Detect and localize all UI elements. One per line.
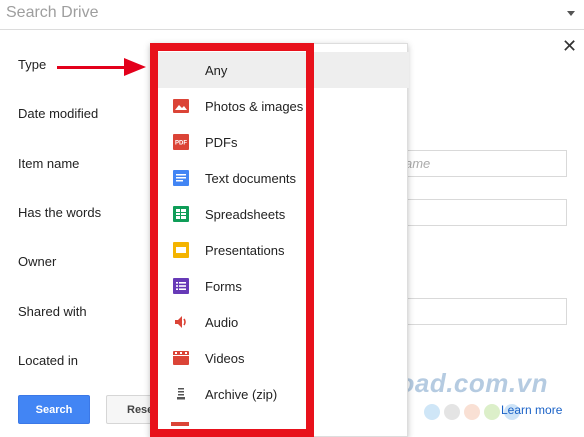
watermark-dot <box>464 404 480 420</box>
shared-with-field[interactable] <box>404 298 567 325</box>
learn-more-link[interactable]: Learn more <box>501 403 562 417</box>
search-options-chevron-down-icon[interactable] <box>567 11 575 16</box>
next-item-partial-icon <box>171 422 189 426</box>
search-button[interactable]: Search <box>18 395 90 424</box>
annotation-arrow-head <box>124 58 146 76</box>
archive-icon <box>172 385 190 403</box>
dropdown-item-label: PDFs <box>205 134 238 150</box>
dropdown-item-presentations[interactable]: Presentations <box>151 232 409 268</box>
dropdown-item-label: Presentations <box>205 242 285 258</box>
dropdown-item-label: Audio <box>205 314 239 330</box>
item-name-field[interactable]: ame <box>404 150 567 177</box>
dropdown-item-label: Text documents <box>205 170 297 186</box>
dropdown-item-spreadsheets[interactable]: Spreadsheets <box>151 196 409 232</box>
watermark-dot <box>424 404 440 420</box>
presentation-icon <box>172 241 190 259</box>
dropdown-item-photos-images[interactable]: Photos & images <box>151 88 409 124</box>
close-icon[interactable]: ✕ <box>562 36 577 57</box>
image-icon <box>172 97 190 115</box>
located-in-label: Located in <box>18 353 78 368</box>
owner-label: Owner <box>18 254 57 269</box>
dropdown-item-label: Photos & images <box>205 98 304 114</box>
type-label: Type <box>18 57 47 72</box>
dropdown-item-videos[interactable]: Videos <box>151 340 409 376</box>
pdf-icon-text: PDF <box>175 141 187 147</box>
dropdown-item-label: Videos <box>205 350 245 366</box>
dropdown-item-pdfs[interactable]: PDF PDFs <box>151 124 409 160</box>
dropdown-item-archive[interactable]: Archive (zip) <box>151 376 409 412</box>
document-icon <box>172 169 190 187</box>
video-icon <box>172 349 190 367</box>
form-icon <box>172 277 190 295</box>
annotation-arrow-shaft <box>57 66 129 69</box>
search-bar <box>0 0 584 30</box>
watermark-dot <box>444 404 460 420</box>
pdf-icon: PDF <box>172 133 190 151</box>
dropdown-item-any[interactable]: Any <box>151 52 409 88</box>
dropdown-item-label: Any <box>205 62 228 78</box>
shared-with-label: Shared with <box>18 304 87 319</box>
dropdown-item-audio[interactable]: Audio <box>151 304 409 340</box>
has-words-field[interactable] <box>404 199 567 226</box>
date-modified-label: Date modified <box>18 106 99 121</box>
dropdown-item-text-documents[interactable]: Text documents <box>151 160 409 196</box>
type-dropdown-menu: Any Photos & images PDF PDFs Text docume… <box>150 43 409 437</box>
item-name-label: Item name <box>18 156 80 171</box>
spreadsheet-icon <box>172 205 190 223</box>
watermark-dot <box>484 404 500 420</box>
audio-icon <box>172 313 190 331</box>
dropdown-item-forms[interactable]: Forms <box>151 268 409 304</box>
search-input[interactable] <box>6 4 506 22</box>
has-words-label: Has the words <box>18 205 102 220</box>
dropdown-item-label: Spreadsheets <box>205 206 286 222</box>
dropdown-item-label: Archive (zip) <box>205 386 278 402</box>
dropdown-item-label: Forms <box>205 278 242 294</box>
